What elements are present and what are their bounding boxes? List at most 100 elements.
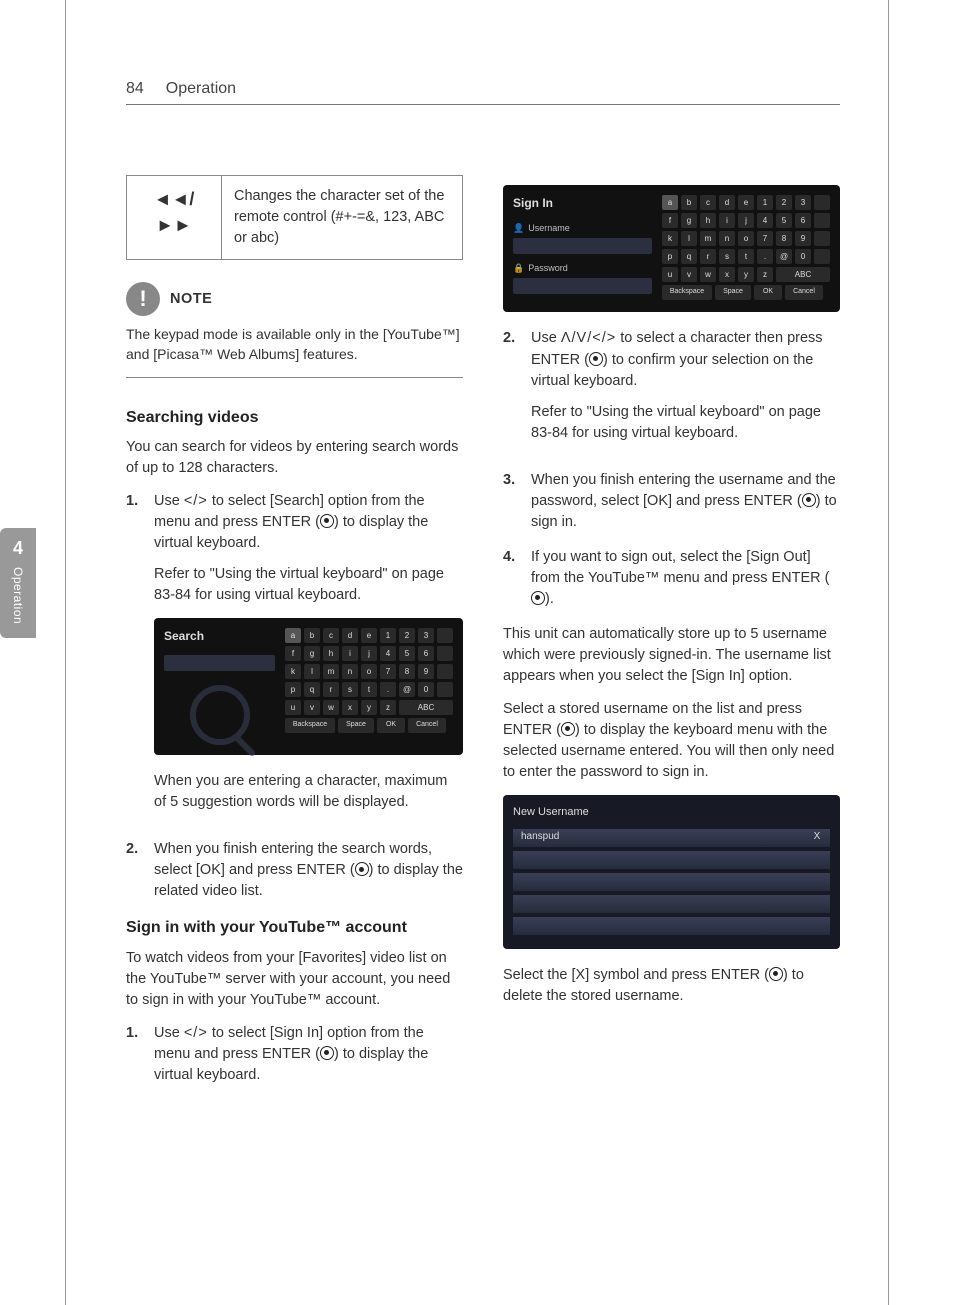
enter-icon: [320, 1046, 334, 1060]
key: 3: [795, 195, 811, 210]
userlist-delete-x: [804, 895, 830, 913]
auto-store-note: This unit can automatically store up to …: [503, 624, 840, 687]
key: .: [380, 682, 396, 697]
text: When you finish entering the username an…: [531, 472, 836, 509]
userlist-delete-x: X: [804, 829, 830, 847]
search-screenshot: Search abcde123fghij456klmno789pqrst.@0u…: [154, 618, 463, 755]
key: u: [285, 700, 301, 715]
enter-icon: [561, 722, 575, 736]
key: 2: [399, 628, 415, 643]
userlist-delete-x: [804, 851, 830, 869]
key: j: [361, 646, 377, 661]
key: z: [757, 267, 773, 282]
step-number: 2.: [126, 839, 144, 902]
side-tab-label: Operation: [11, 567, 25, 624]
key: g: [304, 646, 320, 661]
signin-ss-user-label: Username: [528, 222, 570, 235]
search-step-2: 2. When you finish entering the search w…: [126, 839, 463, 902]
key: .: [757, 249, 773, 264]
key: [814, 195, 830, 210]
key: f: [285, 646, 301, 661]
username-list-screenshot: New Username hanspud X: [503, 795, 840, 949]
key: 3: [418, 628, 434, 643]
suggestion-note: When you are entering a character, maxim…: [154, 771, 463, 813]
key: w: [700, 267, 716, 282]
key: i: [719, 213, 735, 228]
charset-icon-cell: ◄◄/►►: [127, 176, 222, 260]
heading-signin: Sign in with your YouTube™ account: [126, 916, 463, 939]
search-ss-title: Search: [164, 628, 275, 645]
key: n: [719, 231, 735, 246]
key: t: [361, 682, 377, 697]
key: p: [662, 249, 678, 264]
key: [814, 213, 830, 228]
forward-icon: ►►: [156, 215, 192, 235]
key: j: [738, 213, 754, 228]
enter-icon: [355, 862, 369, 876]
key: b: [304, 628, 320, 643]
key: d: [719, 195, 735, 210]
key: c: [323, 628, 339, 643]
userlist-delete-x: [804, 873, 830, 891]
key: x: [342, 700, 358, 715]
userlist-item: [513, 917, 804, 935]
signin-ss-title: Sign In: [513, 195, 652, 212]
key: 7: [757, 231, 773, 246]
userlist-item: [513, 873, 804, 891]
heading-searching-videos: Searching videos: [126, 406, 463, 429]
key: Cancel: [408, 718, 446, 733]
key: x: [719, 267, 735, 282]
signin-ss-user-field: [513, 238, 652, 254]
key: 9: [795, 231, 811, 246]
signin-screenshot: Sign In 👤Username 🔒Password abcde123fghi…: [503, 185, 840, 312]
charset-desc: Changes the character set of the remote …: [222, 176, 463, 260]
signin-intro: To watch videos from your [Favorites] vi…: [126, 948, 463, 1011]
lock-icon: 🔒: [513, 262, 524, 275]
signin-ss-pass-field: [513, 278, 652, 294]
key: l: [681, 231, 697, 246]
key: r: [323, 682, 339, 697]
search-intro: You can search for videos by entering se…: [126, 437, 463, 479]
rewind-icon: ◄◄: [154, 189, 190, 209]
text: ).: [545, 591, 554, 607]
key: ABC: [399, 700, 453, 715]
key: e: [361, 628, 377, 643]
key: 0: [418, 682, 434, 697]
userlist-item: [513, 895, 804, 913]
key: n: [342, 664, 358, 679]
chapter-title: Operation: [166, 80, 236, 98]
enter-icon: [769, 967, 783, 981]
key: [437, 664, 453, 679]
key: e: [738, 195, 754, 210]
key: 6: [418, 646, 434, 661]
charset-table: ◄◄/►► Changes the character set of the r…: [126, 175, 463, 260]
key: m: [700, 231, 716, 246]
step1-reference: Refer to "Using the virtual keyboard" on…: [154, 564, 463, 606]
key: i: [342, 646, 358, 661]
step-number: 1.: [126, 491, 144, 826]
key: Space: [715, 285, 751, 300]
key: b: [681, 195, 697, 210]
key: OK: [377, 718, 405, 733]
key: a: [662, 195, 678, 210]
signin-step-4: 4. If you want to sign out, select the […: [503, 547, 840, 610]
right-column: Sign In 👤Username 🔒Password abcde123fghi…: [503, 175, 840, 1100]
key: [814, 249, 830, 264]
key: d: [342, 628, 358, 643]
enter-icon: [802, 493, 816, 507]
key: z: [380, 700, 396, 715]
key: 7: [380, 664, 396, 679]
user-icon: 👤: [513, 222, 524, 235]
page: 84 Operation ◄◄/►► Changes the character…: [65, 0, 889, 1305]
note-label: NOTE: [170, 289, 212, 310]
userlist-item: hanspud: [513, 829, 804, 847]
side-tab-number: 4: [13, 538, 23, 559]
key: @: [776, 249, 792, 264]
text: Use: [531, 330, 561, 346]
key: Space: [338, 718, 374, 733]
key: m: [323, 664, 339, 679]
note-icon: !: [126, 282, 160, 316]
step-number: 2.: [503, 328, 521, 455]
key: [437, 646, 453, 661]
side-tab: 4 Operation: [0, 528, 36, 638]
